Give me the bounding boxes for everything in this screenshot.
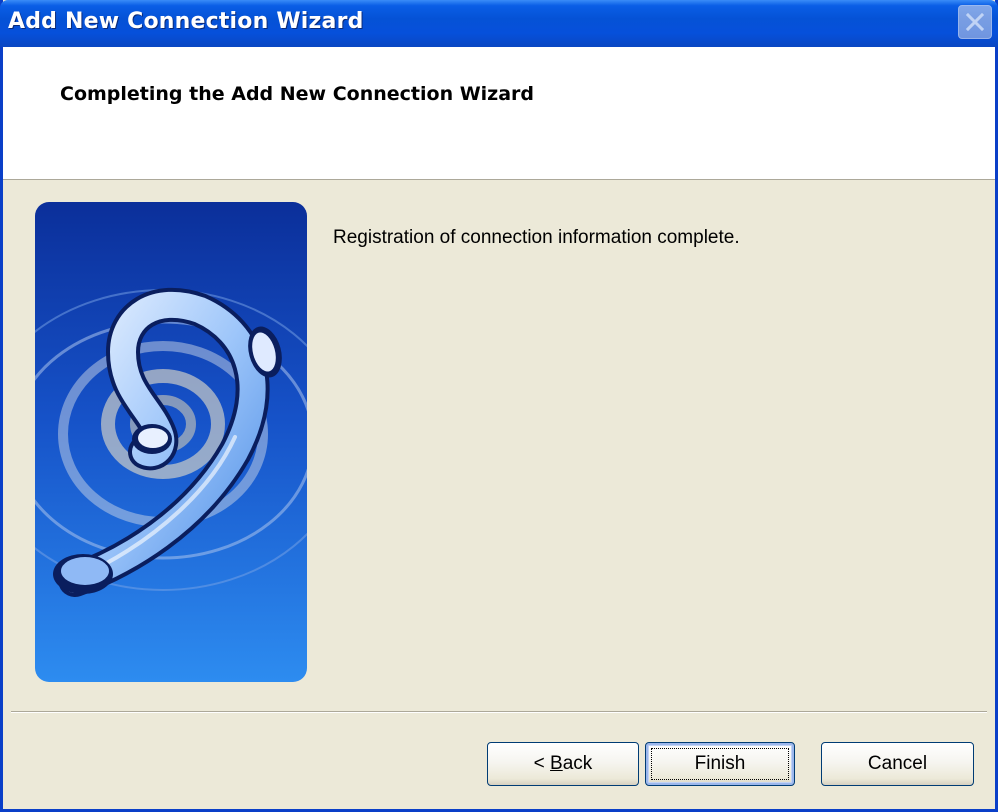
close-button[interactable] [958,5,992,39]
wizard-window: Add New Connection Wizard Completing the… [0,0,998,812]
page-title: Completing the Add New Connection Wizard [60,83,535,105]
title-bar[interactable]: Add New Connection Wizard [0,0,998,47]
completion-message: Registration of connection information c… [333,227,740,248]
window-title: Add New Connection Wizard [8,9,364,34]
finish-button[interactable]: Finish [645,742,795,786]
close-icon [966,13,984,31]
cancel-button[interactable]: Cancel [821,742,974,786]
back-button[interactable]: < Back [487,742,639,786]
connection-wizard-art [35,202,307,682]
wizard-header: Completing the Add New Connection Wizard [3,47,995,180]
